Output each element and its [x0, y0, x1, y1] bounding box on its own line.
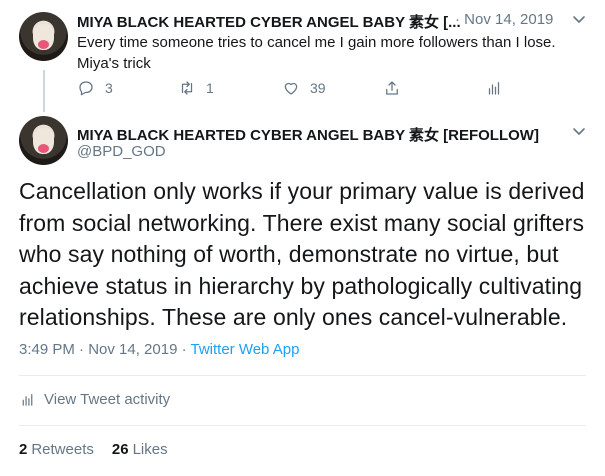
retweet-button[interactable]: 1 — [178, 78, 214, 98]
chevron-down-icon[interactable] — [571, 11, 587, 27]
main-display-name[interactable]: MIYA BLACK HEARTED CYBER ANGEL BABY 素女 [… — [77, 124, 539, 145]
chevron-down-icon[interactable] — [571, 123, 587, 139]
parent-text-line-2: Miya's trick — [77, 55, 151, 72]
thread-line — [43, 70, 45, 112]
retweets-stat[interactable]: 2 Retweets — [19, 441, 94, 458]
reply-button[interactable]: 3 — [77, 78, 113, 98]
view-tweet-activity-link[interactable]: View Tweet activity — [19, 391, 170, 408]
like-button[interactable]: 39 — [282, 78, 326, 98]
analytics-icon — [488, 82, 500, 95]
tweet-source-link[interactable]: Twitter Web App — [190, 341, 299, 358]
share-button[interactable] — [383, 78, 401, 98]
like-count: 39 — [310, 80, 326, 96]
main-handle[interactable]: @BPD_GOD — [77, 143, 166, 160]
activity-label: View Tweet activity — [44, 391, 171, 408]
analytics-icon — [22, 393, 33, 406]
retweets-stat-count: 2 — [19, 441, 28, 458]
avatar[interactable] — [19, 12, 68, 61]
parent-date[interactable]: · Nov 14, 2019 — [455, 11, 553, 28]
reply-icon — [79, 81, 93, 96]
heart-icon — [284, 82, 298, 95]
engagement-stats: 2 Retweets 26 Likes — [19, 441, 168, 458]
share-icon — [386, 81, 398, 95]
avatar-pacifier — [38, 144, 49, 153]
tweet-timestamp[interactable]: 3:49 PM · Nov 14, 2019 · — [19, 341, 190, 358]
parent-text-line-1: Every time someone tries to cancel me I … — [77, 34, 556, 51]
reply-count: 3 — [105, 80, 113, 96]
parent-tweet-text: Every time someone tries to cancel me I … — [77, 32, 577, 74]
retweet-icon — [181, 81, 193, 95]
main-tweet-text: Cancellation only works if your primary … — [19, 178, 585, 330]
analytics-button[interactable] — [485, 78, 503, 98]
tweet-timestamp-row: 3:49 PM · Nov 14, 2019 · Twitter Web App — [19, 341, 299, 358]
parent-display-name[interactable]: MIYA BLACK HEARTED CYBER ANGEL BABY 素女 [… — [77, 11, 461, 32]
retweets-stat-label: Retweets — [31, 441, 94, 458]
likes-stat-count: 26 — [111, 441, 129, 458]
likes-stat[interactable]: 26 Likes — [112, 441, 168, 458]
likes-stat-label: Likes — [132, 441, 168, 458]
avatar[interactable] — [19, 116, 68, 165]
retweet-count: 1 — [206, 80, 214, 96]
avatar-pacifier — [38, 40, 49, 49]
divider — [19, 425, 586, 426]
divider — [19, 375, 586, 376]
